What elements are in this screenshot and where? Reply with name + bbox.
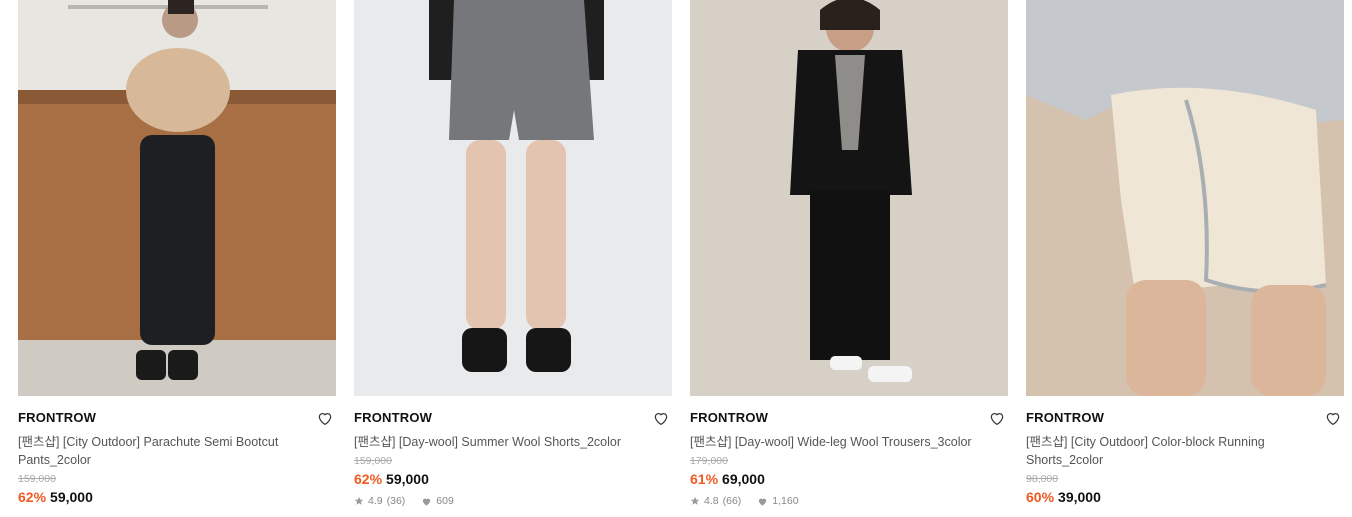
heart-icon[interactable] xyxy=(988,409,1006,427)
rating-value: 4.9 xyxy=(368,495,383,507)
product-image[interactable] xyxy=(18,0,336,396)
like-count: 1,160 xyxy=(772,495,799,507)
product-image[interactable] xyxy=(690,0,1008,396)
brand-name[interactable]: FRONTROW xyxy=(690,410,1008,426)
discount-rate: 62% xyxy=(354,471,383,487)
heart-icon[interactable] xyxy=(652,409,670,427)
price-row: 60% 39,000 xyxy=(1026,488,1344,507)
original-price: 179,000 xyxy=(690,455,728,467)
sale-price: 39,000 xyxy=(1058,489,1101,505)
star-icon xyxy=(354,496,364,505)
price-row: 62% 59,000 xyxy=(18,488,336,507)
sale-price: 59,000 xyxy=(386,471,429,487)
product-grid: FRONTROW [팬츠샵] [City Outdoor] Parachute … xyxy=(18,0,1344,507)
original-price: 98,000 xyxy=(1026,473,1059,485)
product-stats: 4.9 (36) 609 xyxy=(354,495,672,507)
product-stats: 4.8 (66) 1,160 xyxy=(690,495,1008,507)
original-price: 159,000 xyxy=(18,473,56,485)
original-price: 159,000 xyxy=(354,455,392,467)
sale-price: 69,000 xyxy=(722,471,765,487)
price-row: 62% 59,000 xyxy=(354,470,672,489)
product-name[interactable]: [팬츠샵] [City Outdoor] Color-block Running… xyxy=(1026,433,1316,469)
product-image[interactable] xyxy=(354,0,672,396)
product-name[interactable]: [팬츠샵] [Day-wool] Wide-leg Wool Trousers_… xyxy=(690,433,980,451)
discount-rate: 62% xyxy=(18,489,47,505)
product-name[interactable]: [팬츠샵] [Day-wool] Summer Wool Shorts_2col… xyxy=(354,433,644,451)
heart-icon[interactable] xyxy=(316,409,334,427)
price-row: 61% 69,000 xyxy=(690,470,1008,489)
discount-rate: 60% xyxy=(1026,489,1055,505)
brand-name[interactable]: FRONTROW xyxy=(354,410,672,426)
like-count: 609 xyxy=(436,495,454,507)
like-heart-icon xyxy=(423,498,431,506)
brand-name[interactable]: FRONTROW xyxy=(1026,410,1344,426)
brand-name[interactable]: FRONTROW xyxy=(18,410,336,426)
product-card[interactable]: FRONTROW [팬츠샵] [City Outdoor] Color-bloc… xyxy=(1026,0,1344,507)
product-card[interactable]: FRONTROW [팬츠샵] [Day-wool] Summer Wool Sh… xyxy=(354,0,672,507)
product-image[interactable] xyxy=(1026,0,1344,396)
star-icon xyxy=(690,496,700,505)
product-card[interactable]: FRONTROW [팬츠샵] [City Outdoor] Parachute … xyxy=(18,0,336,507)
rating-value: 4.8 xyxy=(704,495,719,507)
sale-price: 59,000 xyxy=(50,489,93,505)
heart-icon[interactable] xyxy=(1324,409,1342,427)
discount-rate: 61% xyxy=(690,471,719,487)
product-name[interactable]: [팬츠샵] [City Outdoor] Parachute Semi Boot… xyxy=(18,433,308,469)
review-count: (66) xyxy=(722,495,742,507)
like-heart-icon xyxy=(759,498,767,506)
review-count: (36) xyxy=(386,495,406,507)
product-card[interactable]: FRONTROW [팬츠샵] [Day-wool] Wide-leg Wool … xyxy=(690,0,1008,507)
